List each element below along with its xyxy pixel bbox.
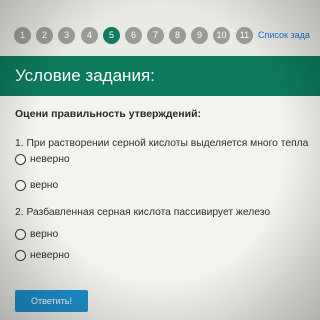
question-1-option-2[interactable]: верно bbox=[15, 178, 58, 192]
question-2-option-2[interactable]: неверно bbox=[15, 248, 70, 262]
page-button-11[interactable]: 11 bbox=[236, 27, 253, 44]
page-button-6[interactable]: 6 bbox=[125, 27, 142, 44]
option-label: верно bbox=[30, 179, 59, 191]
page-button-10[interactable]: 10 bbox=[213, 27, 230, 44]
pagination-bar: 1 2 3 4 5 6 7 8 9 10 11 Список зада bbox=[0, 0, 320, 56]
page-button-3[interactable]: 3 bbox=[58, 27, 75, 44]
question-1-option-1[interactable]: неверно bbox=[15, 152, 70, 166]
page-button-1[interactable]: 1 bbox=[14, 27, 31, 44]
task-screen: 1 2 3 4 5 6 7 8 9 10 11 Список зада Усло… bbox=[0, 0, 320, 320]
option-label: неверно bbox=[30, 249, 70, 261]
page-button-7[interactable]: 7 bbox=[147, 27, 164, 44]
task-body: Оцени правильность утверждений: 1. При р… bbox=[0, 96, 320, 320]
page-button-8[interactable]: 8 bbox=[169, 27, 186, 44]
radio-button[interactable] bbox=[15, 179, 26, 191]
task-header: Условие задания: bbox=[0, 56, 320, 96]
option-label: верно bbox=[30, 228, 59, 240]
tasks-list-link[interactable]: Список зада bbox=[258, 30, 310, 40]
page-button-5-current[interactable]: 5 bbox=[103, 27, 120, 44]
question-2-text: 2. Разбавленная серная кислота пассивиру… bbox=[15, 207, 271, 218]
page-button-4[interactable]: 4 bbox=[81, 27, 98, 44]
submit-button[interactable]: Ответить! bbox=[15, 290, 88, 312]
radio-button[interactable] bbox=[15, 249, 26, 261]
question-1-text: 1. При растворении серной кислоты выделя… bbox=[15, 138, 309, 149]
page-button-9[interactable]: 9 bbox=[191, 27, 208, 44]
option-label: неверно bbox=[30, 153, 70, 165]
radio-button[interactable] bbox=[15, 228, 26, 240]
page-button-2[interactable]: 2 bbox=[36, 27, 53, 44]
page-title: Условие задания: bbox=[15, 66, 155, 85]
instruction-text: Оцени правильность утверждений: bbox=[15, 108, 202, 120]
radio-button[interactable] bbox=[15, 153, 26, 165]
question-2-option-1[interactable]: верно bbox=[15, 227, 58, 241]
